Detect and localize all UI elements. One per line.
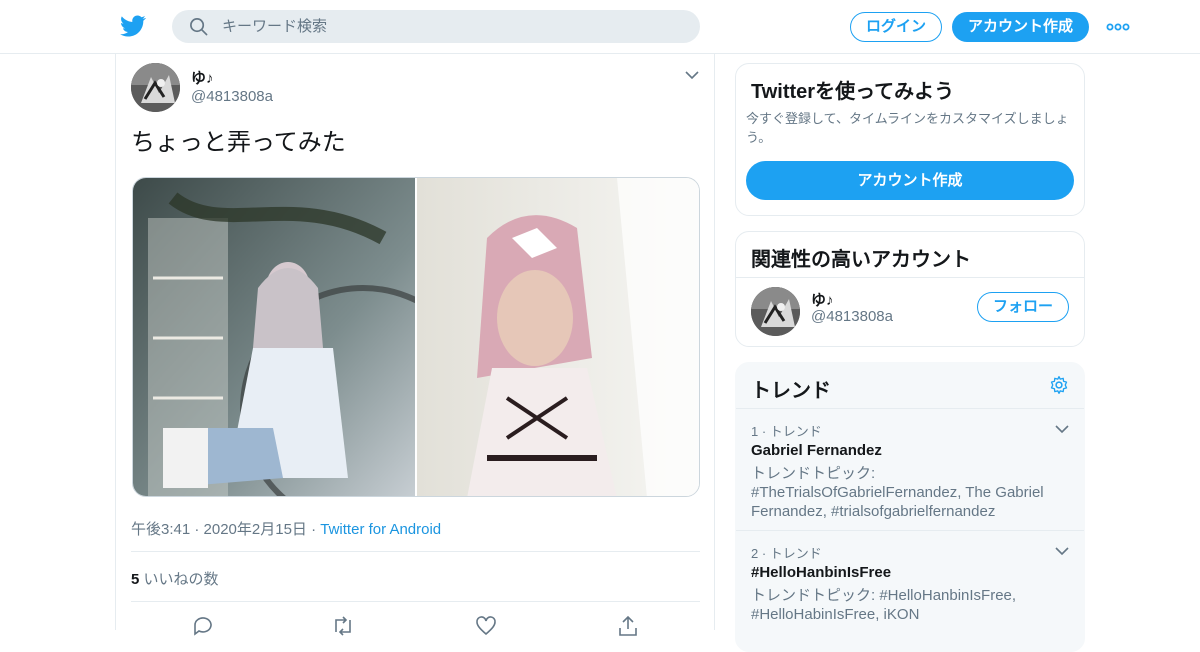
avatar-image [131, 63, 180, 112]
search-icon [190, 18, 208, 36]
tweet-meta: 午後3:41 · 2020年2月15日 · Twitter for Androi… [131, 518, 441, 539]
trend-name: #HelloHanbinIsFree [751, 564, 892, 581]
tweet-text: ちょっと弄ってみた [131, 129, 346, 156]
trends-title: トレンド [751, 380, 831, 402]
trend-rank: 2 · トレンド [751, 546, 822, 561]
related-accounts-card: 関連性の高いアカウント ゆ♪ @4813808a フォロー [735, 231, 1085, 347]
trend-item[interactable]: 2 · トレンド #HelloHanbinIsFree トレンドトピック: #H… [736, 530, 1084, 640]
like-icon[interactable] [474, 614, 498, 638]
tweet-detail: ゆ♪ @4813808a ちょっと弄ってみた 午後3:41 · 2020年2月1… [115, 54, 715, 636]
chevron-down-icon[interactable] [684, 67, 700, 83]
share-icon[interactable] [616, 614, 640, 638]
photo-2[interactable] [417, 178, 700, 497]
trends-card: トレンド 1 · トレンド Gabriel Fernandez トレンドトピック… [735, 362, 1085, 652]
divider [131, 601, 700, 602]
trend-topics: トレンドトピック: #TheTrialsOfGabrielFernandez, … [751, 465, 1044, 520]
likes-label: いいねの数 [143, 571, 219, 588]
author-handle[interactable]: @4813808a [191, 88, 273, 105]
likes-count: 5 [131, 571, 140, 588]
signup-card-description: 今すぐ登録して、タイムラインをカスタマイズしましょう。 [746, 111, 1069, 145]
divider [131, 551, 700, 552]
signup-card: Twitterを使ってみよう 今すぐ登録して、タイムラインをカスタマイズしましょ… [735, 63, 1085, 216]
trend-name: Gabriel Fernandez [751, 442, 882, 459]
gear-icon[interactable] [1049, 375, 1069, 395]
photo-1[interactable] [133, 178, 415, 497]
more-dots-icon[interactable] [1106, 18, 1130, 36]
meta-separator: · [311, 521, 317, 538]
search-bar[interactable] [172, 10, 700, 43]
trend-item[interactable]: 1 · トレンド Gabriel Fernandez トレンドトピック: #Th… [736, 408, 1084, 530]
chevron-down-icon[interactable] [1054, 543, 1070, 559]
signup-card-title: Twitterを使ってみよう [751, 81, 955, 103]
tweet-timestamp[interactable]: 午後3:41 · 2020年2月15日 [131, 521, 307, 538]
author-name[interactable]: ゆ♪ [191, 67, 214, 88]
related-account-name[interactable]: ゆ♪ [811, 289, 834, 310]
likes-stat[interactable]: 5 いいねの数 [131, 568, 219, 589]
twitter-bird-icon[interactable] [120, 13, 146, 39]
retweet-icon[interactable] [331, 614, 355, 638]
related-account-avatar[interactable] [751, 287, 800, 336]
chevron-down-icon[interactable] [1054, 421, 1070, 437]
tweet-source-link[interactable]: Twitter for Android [320, 521, 441, 538]
top-header: ログイン アカウント作成 [0, 0, 1200, 54]
avatar[interactable] [131, 63, 180, 112]
follow-button[interactable]: フォロー [977, 292, 1069, 322]
avatar-image [751, 287, 800, 336]
divider [736, 277, 1084, 278]
signup-button[interactable]: アカウント作成 [952, 12, 1089, 42]
media-grid[interactable] [132, 177, 700, 497]
reply-icon[interactable] [191, 614, 215, 638]
search-input[interactable] [222, 10, 682, 43]
login-button[interactable]: ログイン [850, 12, 942, 42]
signup-card-button[interactable]: アカウント作成 [746, 161, 1074, 200]
trend-rank: 1 · トレンド [751, 424, 822, 439]
trend-topics: トレンドトピック: #HelloHanbinIsFree, #HelloHabi… [751, 587, 1017, 623]
related-account-handle[interactable]: @4813808a [811, 308, 893, 325]
related-accounts-title: 関連性の高いアカウント [751, 249, 971, 271]
